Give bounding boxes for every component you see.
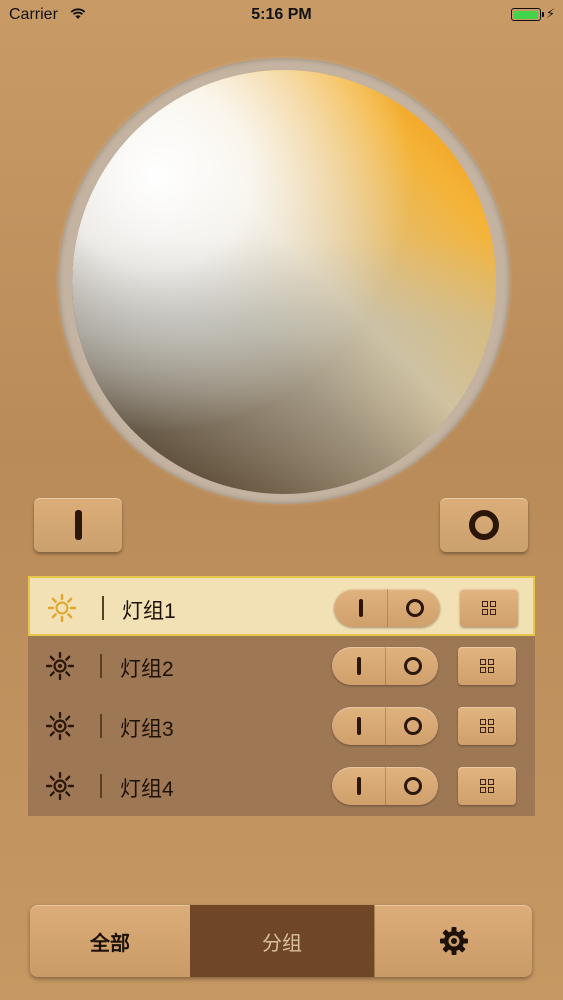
group-detail-button[interactable]: [458, 707, 516, 745]
power-on-bar-icon: [356, 657, 361, 675]
power-off-ring-icon: [469, 510, 499, 540]
battery-icon: [511, 8, 544, 21]
group-off-button[interactable]: [385, 707, 439, 745]
group-name: 灯组4: [120, 778, 174, 801]
sun-icon: [46, 712, 74, 740]
power-off-ring-icon: [403, 657, 422, 675]
grid-icon: [482, 601, 496, 615]
sun-icon: [48, 594, 76, 622]
status-time: 5:16 PM: [251, 6, 312, 23]
power-on-bar-icon: [358, 599, 363, 617]
group-power-toggle: [332, 707, 438, 745]
group-on-button[interactable]: [332, 707, 385, 745]
group-row[interactable]: 灯组2: [28, 636, 535, 696]
group-name: 灯组2: [120, 658, 174, 681]
power-on-bar-icon: [74, 510, 82, 540]
group-power-toggle: [332, 647, 438, 685]
group-row[interactable]: 灯组4: [28, 756, 535, 816]
row-divider: [100, 714, 102, 738]
group-on-button[interactable]: [332, 767, 385, 805]
group-power-toggle: [334, 589, 440, 627]
bottom-tab-bar: 全部 分组: [30, 905, 532, 977]
group-off-button[interactable]: [387, 589, 441, 627]
all-on-button[interactable]: [34, 498, 122, 552]
row-divider: [100, 774, 102, 798]
group-power-toggle: [332, 767, 438, 805]
all-off-button[interactable]: [440, 498, 528, 552]
row-divider: [100, 654, 102, 678]
row-divider: [102, 596, 104, 620]
power-off-ring-icon: [403, 777, 422, 795]
light-group-list: 灯组1 灯组2 灯组3 灯组4: [28, 576, 535, 816]
grid-icon: [480, 719, 494, 733]
battery-level: [513, 10, 538, 19]
power-off-ring-icon: [405, 599, 424, 617]
group-row[interactable]: 灯组1: [28, 576, 535, 636]
color-temperature-wheel[interactable]: [72, 70, 496, 494]
group-name: 灯组3: [120, 718, 174, 741]
group-off-button[interactable]: [385, 647, 439, 685]
power-off-ring-icon: [403, 717, 422, 735]
sun-icon: [46, 652, 74, 680]
group-on-button[interactable]: [334, 589, 387, 627]
group-row[interactable]: 灯组3: [28, 696, 535, 756]
tab-settings[interactable]: [374, 905, 532, 977]
tab-group[interactable]: 分组: [190, 905, 374, 977]
charging-icon: ⚡: [546, 6, 556, 21]
group-detail-button[interactable]: [460, 589, 518, 627]
group-detail-button[interactable]: [458, 767, 516, 805]
group-off-button[interactable]: [385, 767, 439, 805]
group-on-button[interactable]: [332, 647, 385, 685]
tab-all[interactable]: 全部: [30, 905, 191, 977]
power-on-bar-icon: [356, 777, 361, 795]
grid-icon: [480, 779, 494, 793]
grid-icon: [480, 659, 494, 673]
group-detail-button[interactable]: [458, 647, 516, 685]
gear-icon: [440, 927, 468, 955]
power-on-bar-icon: [356, 717, 361, 735]
group-name: 灯组1: [122, 600, 176, 623]
status-bar: Carrier 5:16 PM ⚡: [0, 0, 563, 30]
sun-icon: [46, 772, 74, 800]
